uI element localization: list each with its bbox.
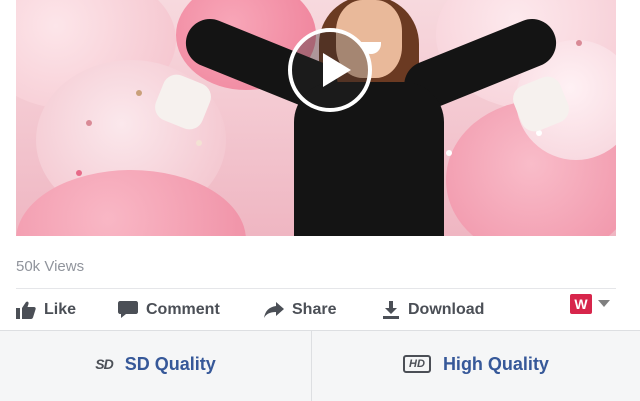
hd-quality-label: High Quality <box>442 353 549 374</box>
hd-icon: HD <box>403 355 431 373</box>
sd-icon: SD <box>95 356 113 372</box>
play-icon[interactable] <box>288 28 372 112</box>
thumbs-up-icon <box>16 301 36 319</box>
download-icon <box>383 301 399 319</box>
divider <box>16 288 616 289</box>
confetti <box>576 40 582 46</box>
like-label: Like <box>44 301 77 318</box>
action-bar: Like Comment Share Download W <box>16 290 616 330</box>
sd-quality-label: SD Quality <box>124 353 216 374</box>
confetti <box>86 120 92 126</box>
chevron-down-icon[interactable] <box>598 300 610 307</box>
comment-button[interactable]: Comment <box>118 290 220 330</box>
confetti <box>76 170 82 176</box>
confetti <box>136 90 142 96</box>
comment-icon <box>118 301 138 318</box>
share-button[interactable]: Share <box>264 290 336 330</box>
view-count: 50k Views <box>16 258 85 275</box>
download-button[interactable]: Download <box>382 290 484 330</box>
brand-logo-icon[interactable]: W <box>570 294 592 314</box>
download-label: Download <box>408 301 485 318</box>
video-thumbnail[interactable] <box>16 0 616 236</box>
like-button[interactable]: Like <box>16 290 76 330</box>
comment-label: Comment <box>146 301 220 318</box>
hd-quality-button[interactable]: HD High Quality <box>312 331 640 397</box>
quality-bar: SD SD Quality HD High Quality <box>0 330 640 401</box>
confetti <box>196 140 202 146</box>
sd-quality-button[interactable]: SD SD Quality <box>0 331 311 397</box>
share-label: Share <box>292 301 337 318</box>
woman-figure <box>150 0 574 236</box>
share-arrow-icon <box>264 302 284 318</box>
